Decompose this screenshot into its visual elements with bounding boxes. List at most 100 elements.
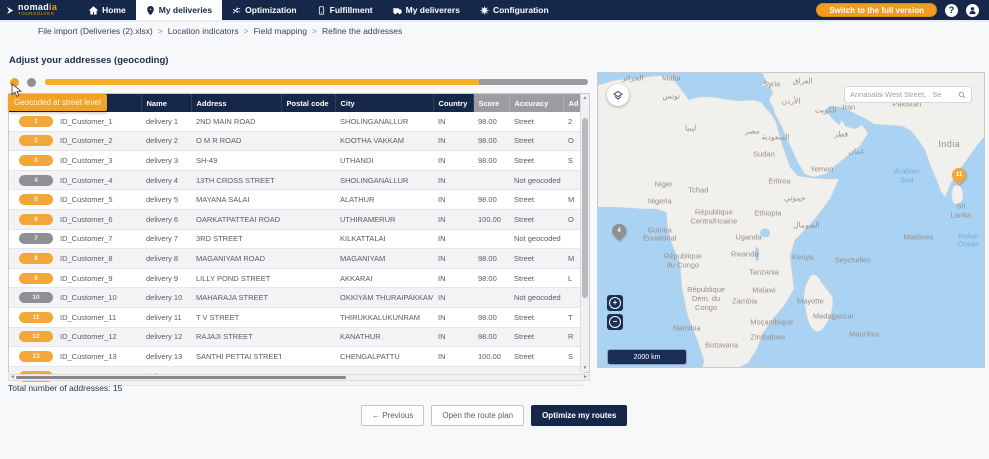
table-row[interactable]: 11ID_Customer_11delivery 11T V STREETTHI… — [9, 307, 583, 327]
table-row[interactable]: 4ID_Customer_4delivery 413TH CROSS STREE… — [9, 170, 583, 190]
brand-arrow-icon — [6, 6, 15, 15]
help-button[interactable]: ? — [945, 4, 958, 17]
geocoded-cluster-pin[interactable]: 11 — [949, 165, 969, 185]
cell-rank: 8 — [9, 249, 55, 269]
cell-score: 100.00 — [473, 209, 509, 229]
breadcrumb-item[interactable]: File import (Deliveries (2).xlsx) — [38, 26, 153, 36]
nav-item-configuration[interactable]: Configuration — [470, 0, 559, 20]
cell-country: IN — [433, 249, 473, 269]
table-row[interactable]: 13ID_Customer_13delivery 13SANTHI PETTAI… — [9, 347, 583, 367]
nav-item-fulfillment[interactable]: Fulfillment — [307, 0, 383, 20]
row-rank-badge: 10 — [19, 292, 53, 303]
cell-score: 98.00 — [473, 131, 509, 151]
horizontal-scroll-thumb[interactable] — [16, 376, 346, 379]
cell-city: THIRUKKALUKUNRAM — [335, 307, 433, 327]
cell-postal — [281, 170, 335, 190]
table-horizontal-scrollbar[interactable]: ◄ ► — [8, 374, 590, 381]
brand-logo[interactable]: nomadia TOURSOLVER — [0, 0, 67, 20]
cell-address: MAYANA SALAI — [191, 190, 281, 210]
table-row[interactable]: 9ID_Customer_9delivery 9LILLY POND STREE… — [9, 268, 583, 288]
cell-city: KANATHUR — [335, 327, 433, 347]
switch-full-version-button[interactable]: Switch to the full version — [816, 3, 937, 17]
cell-name: delivery 6 — [141, 209, 191, 229]
cell-postal — [281, 327, 335, 347]
cell-name: delivery 7 — [141, 229, 191, 249]
zoom-in-button[interactable]: + — [607, 295, 623, 311]
table-row[interactable]: 1ID_Customer_1delivery 12ND MAIN ROADSHO… — [9, 112, 583, 131]
cell-postal — [281, 151, 335, 171]
map-zoom-controls: + − — [607, 295, 623, 330]
col-header-country[interactable]: Country — [433, 94, 473, 112]
zoom-out-button[interactable]: − — [607, 314, 623, 330]
table-row[interactable]: 7ID_Customer_7delivery 73RD STREETKILKAT… — [9, 229, 583, 249]
col-header-name[interactable]: Name — [141, 94, 191, 112]
cell-country: IN — [433, 112, 473, 131]
user-menu-button[interactable] — [966, 4, 979, 17]
nav-item-my-deliverers[interactable]: My deliverers — [383, 0, 470, 20]
table-row[interactable]: 8ID_Customer_8delivery 8MAGANIYAM ROADMA… — [9, 249, 583, 269]
table-row[interactable]: 2ID_Customer_2delivery 2O M R ROADKOOTHA… — [9, 131, 583, 151]
nav-right: Switch to the full version ? — [816, 0, 989, 20]
table-row[interactable]: 12ID_Customer_12delivery 12RAJAJI STREET… — [9, 327, 583, 347]
scroll-right-icon[interactable]: ► — [583, 374, 588, 381]
cell-postal — [281, 112, 335, 131]
cell-rank: 12 — [9, 327, 55, 347]
brand-subtitle: TOURSOLVER — [18, 12, 57, 17]
table-row[interactable]: 5ID_Customer_5delivery 5MAYANA SALAIALAT… — [9, 190, 583, 210]
scroll-up-icon[interactable]: ▲ — [581, 94, 589, 102]
nav-item-optimization[interactable]: Optimization — [222, 0, 306, 20]
col-header-postal[interactable]: Postal code — [281, 94, 335, 112]
cell-score: 98.00 — [473, 112, 509, 131]
nav-item-home[interactable]: Home — [79, 0, 136, 20]
cell-city: AKKARAI — [335, 268, 433, 288]
cluster-count: 4 — [612, 224, 626, 238]
scroll-left-icon[interactable]: ◄ — [10, 374, 15, 381]
cell-address: MAHARAJA STREET — [191, 288, 281, 308]
open-route-plan-button[interactable]: Open the route plan — [431, 405, 524, 426]
breadcrumb-item[interactable]: Location indicators — [168, 26, 239, 36]
cell-id: ID_Customer_5 — [55, 190, 141, 210]
cell-score — [473, 288, 509, 308]
table-row[interactable]: 10ID_Customer_10delivery 10MAHARAJA STRE… — [9, 288, 583, 308]
cell-name: delivery 8 — [141, 249, 191, 269]
phone-icon — [317, 6, 326, 15]
vertical-scroll-thumb[interactable] — [582, 118, 588, 298]
map-search-input[interactable]: Annasalai West Street, . Se — [850, 90, 955, 99]
previous-button[interactable]: ← Previous — [361, 405, 424, 426]
col-header-address[interactable]: Address — [191, 94, 281, 112]
cell-address: 13TH CROSS STREET — [191, 170, 281, 190]
geocoding-progress-bar — [45, 79, 588, 85]
optimize-routes-button[interactable]: Optimize my routes — [531, 405, 627, 426]
breadcrumb-item[interactable]: Refine the addresses — [322, 26, 402, 36]
row-rank-badge: 4 — [19, 175, 53, 186]
cell-score: 98.00 — [473, 190, 509, 210]
cell-city: KOOTHA VAKKAM — [335, 131, 433, 151]
map-search-box[interactable]: Annasalai West Street, . Se — [844, 86, 972, 103]
map[interactable]: الجزائرMaltaتونسSyriaالعراقالأردنIranPak… — [597, 72, 985, 368]
table-row[interactable]: 3ID_Customer_3delivery 3SH-49UTHANDIIN98… — [9, 151, 583, 171]
nav-item-label: Configuration — [493, 5, 549, 15]
not-geocoded-dot[interactable] — [27, 78, 36, 87]
cell-rank: 6 — [9, 209, 55, 229]
cell-city: ALATHUR — [335, 190, 433, 210]
cell-city: UTHIRAMERUR — [335, 209, 433, 229]
breadcrumb-item[interactable]: Field mapping — [254, 26, 307, 36]
nav-item-my-deliveries[interactable]: My deliveries — [136, 0, 222, 20]
cell-country: IN — [433, 151, 473, 171]
cell-name: delivery 11 — [141, 307, 191, 327]
table-vertical-scrollbar[interactable]: ▲ ▼ — [580, 94, 589, 372]
brand-text: nomadia TOURSOLVER — [18, 3, 57, 17]
cell-rank: 2 — [9, 131, 55, 151]
row-rank-badge: 2 — [19, 135, 53, 146]
cell-score: 98.00 — [473, 327, 509, 347]
zoom-in-icon: + — [609, 297, 621, 309]
cell-city: OKKIYAM THURAIPAKKAM — [335, 288, 433, 308]
scroll-down-icon[interactable]: ▼ — [581, 364, 589, 372]
map-layers-button[interactable] — [607, 84, 629, 106]
cell-name: delivery 1 — [141, 112, 191, 131]
col-header-score[interactable]: Score — [473, 94, 509, 112]
table-row[interactable]: 6ID_Customer_6delivery 6OARKATPATTEAI RO… — [9, 209, 583, 229]
row-rank-badge: 5 — [19, 194, 53, 205]
col-header-accuracy[interactable]: Accuracy — [509, 94, 563, 112]
col-header-city[interactable]: City — [335, 94, 433, 112]
